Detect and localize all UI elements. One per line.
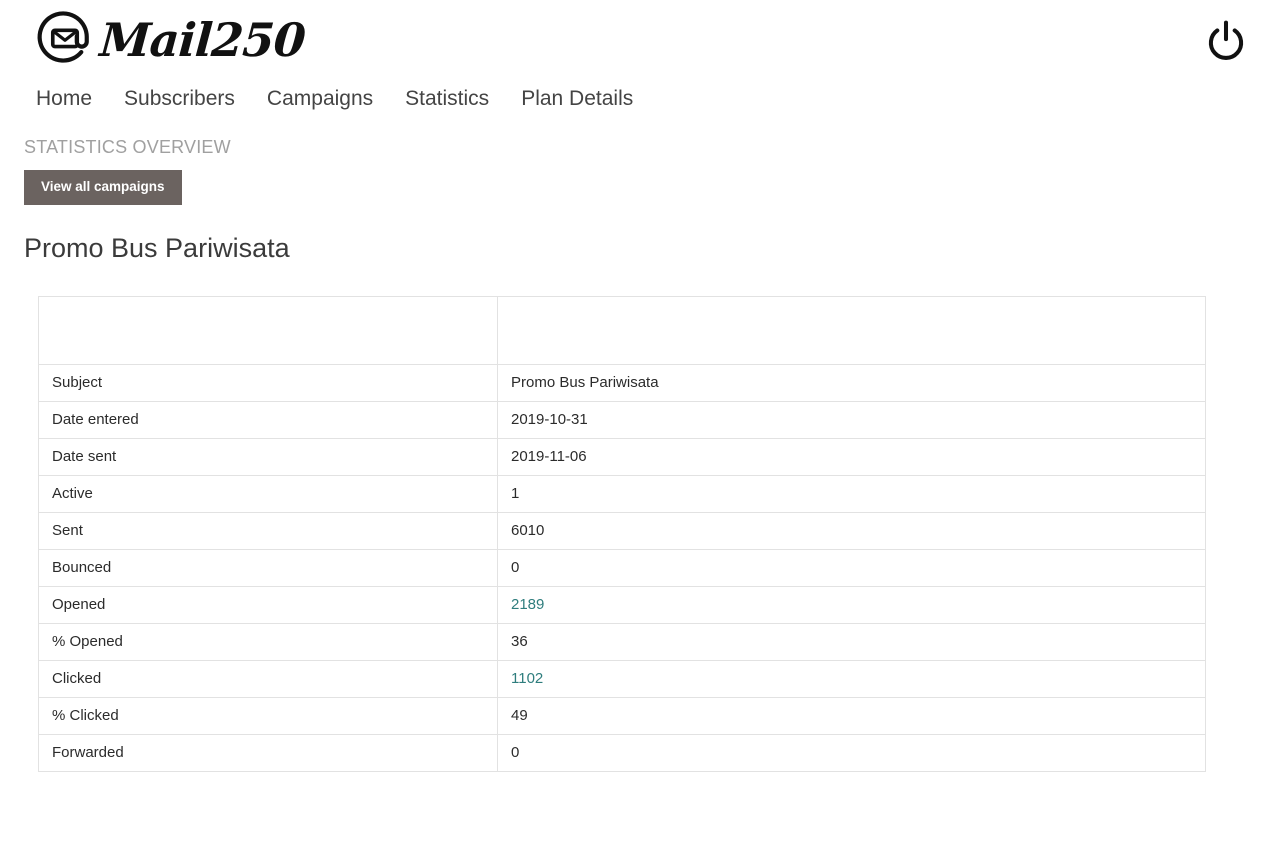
table-row: Forwarded 0 bbox=[38, 733, 1206, 772]
row-value-clicked: 1102 bbox=[497, 659, 1206, 698]
row-value-date-sent: 2019-11-06 bbox=[497, 437, 1206, 476]
nav-item-subscribers[interactable]: Subscribers bbox=[124, 88, 235, 109]
table-body: Subject Promo Bus Pariwisata Date entere… bbox=[38, 363, 1206, 772]
table-row: Date sent 2019-11-06 bbox=[38, 437, 1206, 476]
row-label-active: Active bbox=[38, 474, 498, 513]
table-row: Subject Promo Bus Pariwisata bbox=[38, 363, 1206, 402]
nav-item-plan-details[interactable]: Plan Details bbox=[521, 88, 633, 109]
row-value-percent-opened: 36 bbox=[497, 622, 1206, 661]
row-label-date-entered: Date entered bbox=[38, 400, 498, 439]
power-icon[interactable] bbox=[1204, 18, 1248, 64]
row-value-percent-clicked: 49 bbox=[497, 696, 1206, 735]
row-label-sent: Sent bbox=[38, 511, 498, 550]
table-head bbox=[38, 295, 1206, 365]
main-navigation: Home Subscribers Campaigns Statistics Pl… bbox=[0, 88, 1280, 132]
row-label-date-sent: Date sent bbox=[38, 437, 498, 476]
page-title: Promo Bus Pariwisata bbox=[24, 232, 290, 263]
row-label-bounced: Bounced bbox=[38, 548, 498, 587]
table-header-cell-value bbox=[497, 295, 1206, 365]
clicked-count-link[interactable]: 1102 bbox=[511, 670, 543, 687]
table-row: Sent 6010 bbox=[38, 511, 1206, 550]
brand-logo[interactable]: Mail250 bbox=[36, 9, 307, 67]
table-header-row bbox=[38, 295, 1206, 365]
row-label-clicked: Clicked bbox=[38, 659, 498, 698]
table-row: Bounced 0 bbox=[38, 548, 1206, 587]
page-header: Mail250 bbox=[0, 0, 1280, 88]
brand-wordmark: Mail250 bbox=[98, 13, 307, 67]
row-value-subject: Promo Bus Pariwisata bbox=[497, 363, 1206, 402]
row-value-active: 1 bbox=[497, 474, 1206, 513]
row-label-forwarded: Forwarded bbox=[38, 733, 498, 772]
view-all-campaigns-button[interactable]: View all campaigns bbox=[24, 170, 182, 205]
opened-count-link[interactable]: 2189 bbox=[511, 596, 544, 613]
row-label-percent-clicked: % Clicked bbox=[38, 696, 498, 735]
row-value-date-entered: 2019-10-31 bbox=[497, 400, 1206, 439]
row-label-opened: Opened bbox=[38, 585, 498, 624]
row-label-subject: Subject bbox=[38, 363, 498, 402]
section-label: STATISTICS OVERVIEW bbox=[24, 137, 231, 157]
row-value-opened: 2189 bbox=[497, 585, 1206, 624]
row-value-bounced: 0 bbox=[497, 548, 1206, 587]
table-row: Date entered 2019-10-31 bbox=[38, 400, 1206, 439]
table-header-cell-label bbox=[38, 295, 498, 365]
nav-item-home[interactable]: Home bbox=[36, 88, 92, 109]
table-row: % Clicked 49 bbox=[38, 696, 1206, 735]
table-row: Clicked 1102 bbox=[38, 659, 1206, 698]
nav-item-statistics[interactable]: Statistics bbox=[405, 88, 489, 109]
nav-item-campaigns[interactable]: Campaigns bbox=[267, 88, 373, 109]
stats-table-container: Subject Promo Bus Pariwisata Date entere… bbox=[38, 295, 1206, 772]
row-value-sent: 6010 bbox=[497, 511, 1206, 550]
campaign-stats-table: Subject Promo Bus Pariwisata Date entere… bbox=[38, 295, 1206, 772]
table-row: Opened 2189 bbox=[38, 585, 1206, 624]
row-value-forwarded: 0 bbox=[497, 733, 1206, 772]
table-row: Active 1 bbox=[38, 474, 1206, 513]
table-row: % Opened 36 bbox=[38, 622, 1206, 661]
at-envelope-icon bbox=[36, 9, 94, 67]
row-label-percent-opened: % Opened bbox=[38, 622, 498, 661]
